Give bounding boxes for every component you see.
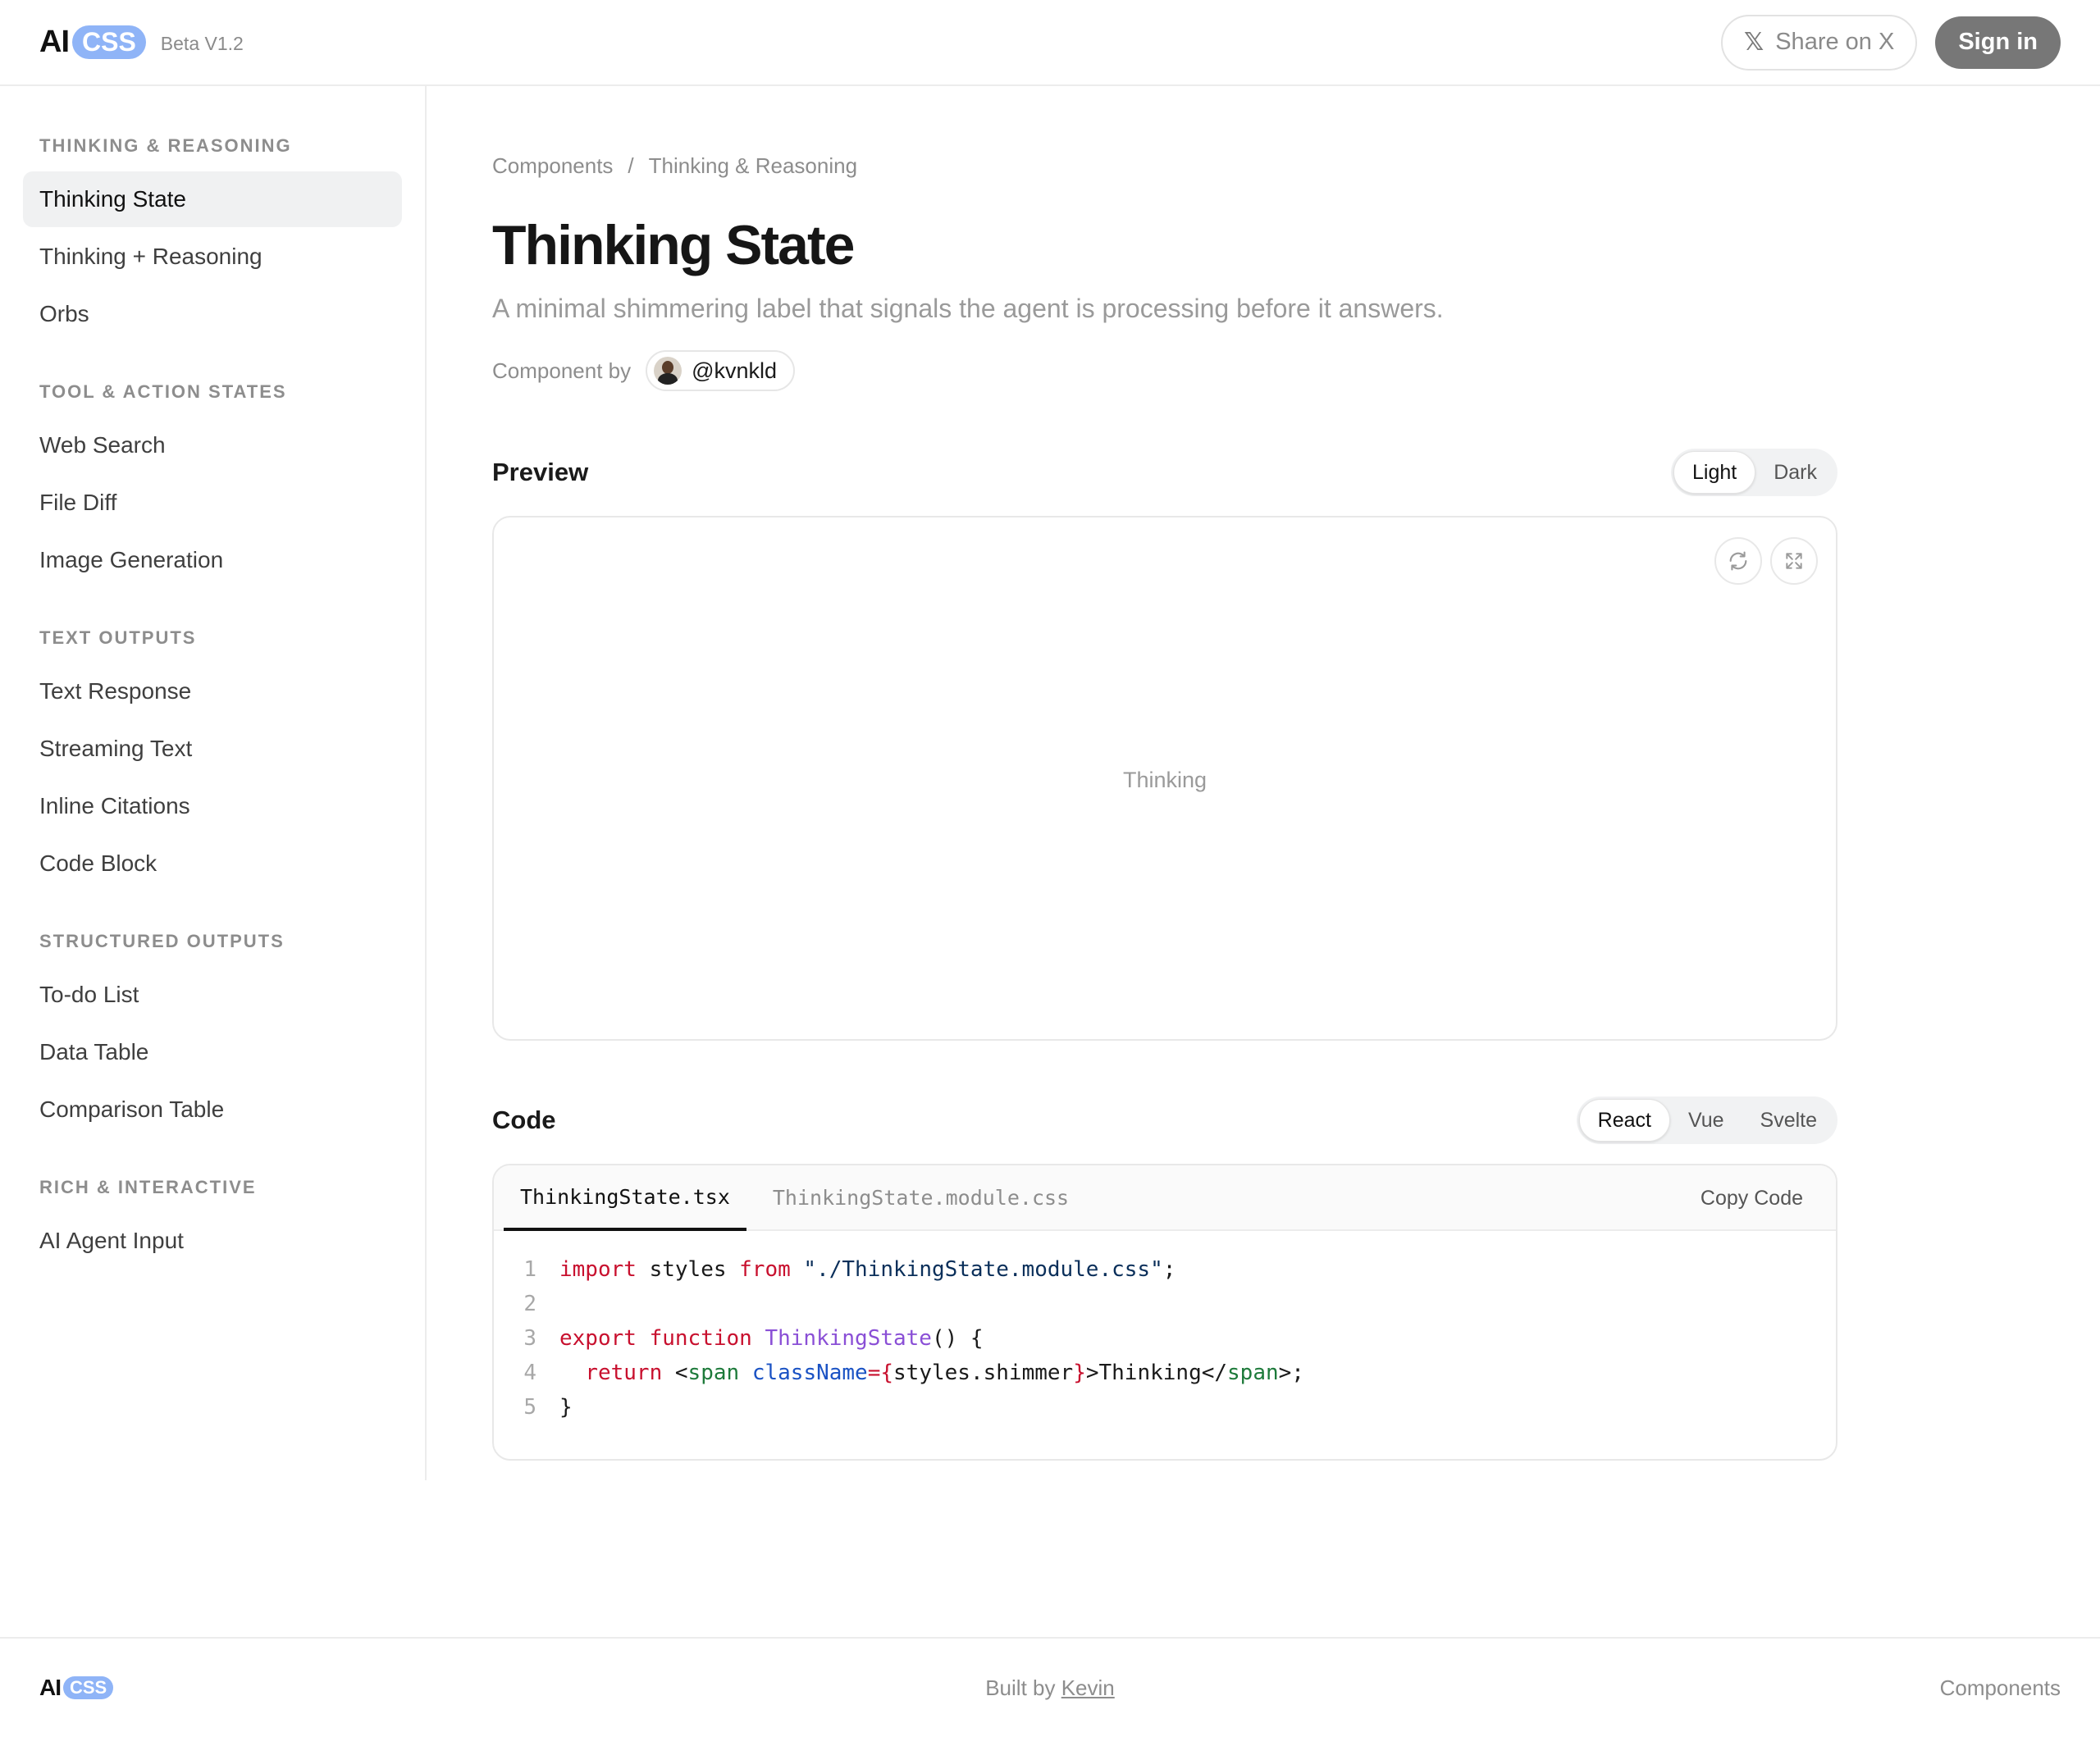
sidebar-item-text-response[interactable]: Text Response [23,663,402,719]
sign-in-button[interactable]: Sign in [1935,16,2061,69]
sidebar-section: THINKING & REASONING Thinking State Thin… [23,135,402,342]
preview-heading: Preview [492,458,589,486]
sidebar-section-title: STRUCTURED OUTPUTS [39,931,285,951]
framework-vue-button[interactable]: Vue [1670,1099,1742,1142]
code-content: 1 import styles from "./ThinkingState.mod… [494,1231,1836,1425]
beta-version-label: Beta V1.2 [160,33,244,54]
sidebar-item-comparison-table[interactable]: Comparison Table [23,1082,402,1137]
built-prefix: Built by [985,1675,1056,1700]
code-line: 4 return < span className ={styles.shimmer… [494,1356,1836,1390]
breadcrumb-separator: / [628,153,634,178]
sidebar-section: RICH & INTERACTIVE AI Agent Input [23,1177,402,1269]
line-number: 3 [523,1326,536,1351]
logo-ai-text: AI [39,25,70,59]
tab-thinkingstate-module-css[interactable]: ThinkingState.module.css [756,1165,1085,1229]
copy-code-button[interactable]: Copy Code [1701,1165,1803,1231]
component-byline: Component by @kvnkld [492,350,1838,391]
framework-svelte-button[interactable]: Svelte [1742,1099,1835,1142]
code-line: 1 import styles from "./ThinkingState.mod… [494,1252,1836,1287]
sidebar-item-thinking-state[interactable]: Thinking State [23,171,402,227]
breadcrumb: Components / Thinking & Reasoning [492,153,1838,179]
sidebar-section-title: TEXT OUTPUTS [39,627,197,648]
sidebar-item-todo-list[interactable]: To-do List [23,967,402,1023]
preview-header: Preview Light Dark [492,449,1838,496]
author-chip[interactable]: @kvnkld [646,350,796,391]
sidebar-item-inline-citations[interactable]: Inline Citations [23,778,402,834]
code-line: 2 [494,1287,1836,1321]
framework-react-button[interactable]: React [1578,1099,1670,1142]
preview-panel: Thinking [492,516,1838,1041]
sidebar-item-thinking-reasoning[interactable]: Thinking + Reasoning [23,229,402,285]
sidebar-section-title: THINKING & REASONING [39,135,292,156]
theme-toggle: Light Dark [1670,449,1838,496]
thinking-demo-text: Thinking [1122,768,1208,792]
sidebar-section: STRUCTURED OUTPUTS To-do List Data Table… [23,931,402,1137]
breadcrumb-components[interactable]: Components [492,153,613,179]
expand-icon[interactable] [1770,537,1818,585]
sidebar-item-data-table[interactable]: Data Table [23,1024,402,1080]
author-handle: @kvnkld [692,358,778,383]
logo-css-badge: CSS [72,25,146,59]
header-actions: 𝕏 Share on X Sign in [1721,14,2061,71]
sidebar-item-web-search[interactable]: Web Search [23,417,402,473]
top-header: AI CSS Beta V1.2 𝕏 Share on X Sign in [0,0,2100,86]
page-subtitle: A minimal shimmering label that signals … [492,294,1444,323]
code-heading: Code [492,1106,556,1134]
line-number: 2 [523,1292,536,1316]
code-header: Code React Vue Svelte [492,1096,1838,1144]
main-content: Components / Thinking & Reasoning Thinki… [492,86,1838,1461]
tab-thinkingstate-tsx[interactable]: ThinkingState.tsx [504,1165,746,1231]
refresh-icon[interactable] [1714,537,1762,585]
x-logo-icon: 𝕏 [1744,29,1764,56]
byline-label: Component by [492,358,632,383]
sidebar-item-code-block[interactable]: Code Block [23,836,402,891]
code-line: 3 export function ThinkingState() { [494,1321,1836,1356]
theme-light-button[interactable]: Light [1673,451,1756,494]
avatar [654,357,682,385]
share-label: Share on X [1775,29,1895,55]
sidebar-section: TEXT OUTPUTS Text Response Streaming Tex… [23,627,402,891]
page-title: Thinking State [492,214,855,276]
sidebar-nav: THINKING & REASONING Thinking State Thin… [0,86,427,1480]
sidebar-item-image-generation[interactable]: Image Generation [23,532,402,588]
built-by-text: Built by Kevin [0,1675,2100,1701]
sidebar-section-title: TOOL & ACTION STATES [39,381,287,402]
sidebar-item-ai-agent-input[interactable]: AI Agent Input [23,1213,402,1269]
framework-toggle: React Vue Svelte [1576,1096,1838,1144]
file-tabs: ThinkingState.tsx ThinkingState.module.c… [494,1165,1836,1231]
sidebar-section: TOOL & ACTION STATES Web Search File Dif… [23,381,402,588]
author-link[interactable]: Kevin [1061,1675,1115,1700]
sidebar-item-file-diff[interactable]: File Diff [23,475,402,531]
share-on-x-button[interactable]: 𝕏 Share on X [1721,14,1918,71]
sidebar-item-orbs[interactable]: Orbs [23,286,402,342]
line-number: 4 [523,1361,536,1385]
breadcrumb-thinking-reasoning[interactable]: Thinking & Reasoning [649,153,857,179]
code-line: 5} [494,1390,1836,1425]
line-number: 5 [523,1395,536,1420]
code-panel: ThinkingState.tsx ThinkingState.module.c… [492,1164,1838,1461]
preview-controls [1714,537,1818,585]
line-number: 1 [523,1257,536,1282]
page-footer: AI CSS Built by Kevin Components [0,1637,2100,1737]
theme-dark-button[interactable]: Dark [1755,451,1835,494]
site-logo[interactable]: AI CSS [39,25,146,60]
sidebar-section-title: RICH & INTERACTIVE [39,1177,257,1197]
sidebar-item-streaming-text[interactable]: Streaming Text [23,721,402,777]
